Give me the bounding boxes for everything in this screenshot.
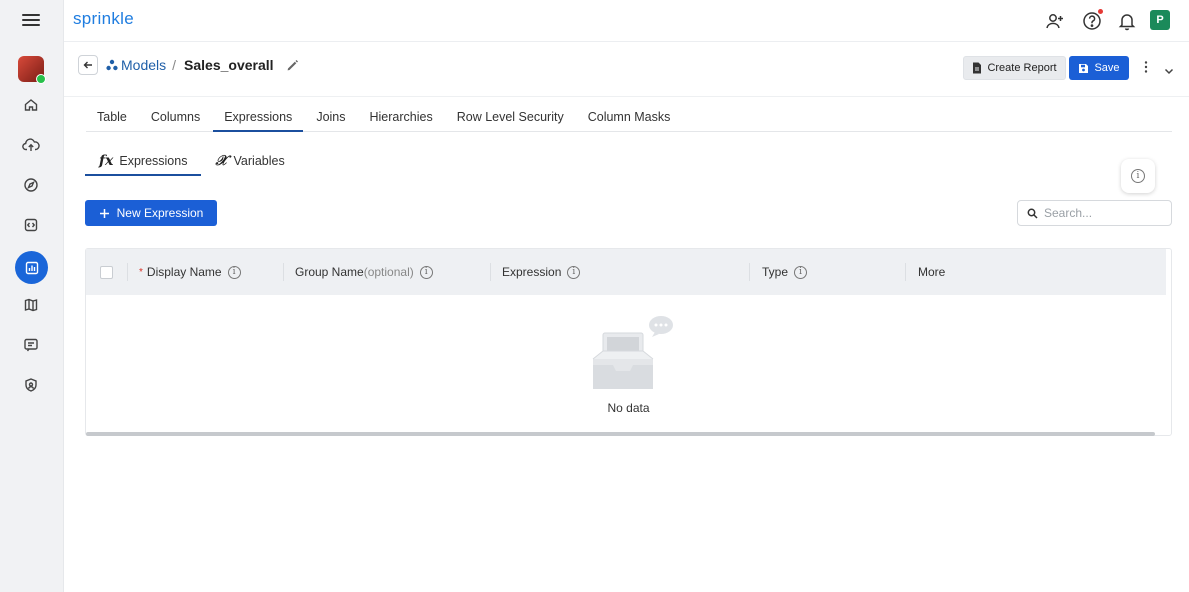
subtab-expressions-label: Expressions bbox=[119, 154, 188, 168]
avatar[interactable]: P bbox=[1150, 10, 1170, 30]
add-user-icon[interactable] bbox=[1044, 10, 1066, 32]
home-icon[interactable] bbox=[21, 95, 41, 115]
expressions-table: * Display Name i Group Name (optional) i… bbox=[85, 248, 1172, 436]
create-report-label: Create Report bbox=[987, 62, 1057, 74]
x-variable-icon: 𝒳 bbox=[215, 153, 228, 169]
info-icon[interactable]: i bbox=[567, 265, 581, 279]
new-expression-button[interactable]: New Expression bbox=[85, 200, 217, 226]
column-header-display-name[interactable]: * Display Name i bbox=[127, 261, 283, 283]
subtab-expressions[interactable]: fx Expressions bbox=[85, 152, 202, 176]
chevron-down-icon[interactable] bbox=[1164, 62, 1174, 80]
fx-icon: fx bbox=[99, 153, 114, 169]
code-icon[interactable] bbox=[21, 215, 41, 235]
compass-icon[interactable] bbox=[21, 175, 41, 195]
create-report-button[interactable]: Create Report bbox=[963, 56, 1066, 80]
column-label: More bbox=[918, 265, 946, 279]
tab-hierarchies[interactable]: Hierarchies bbox=[359, 110, 444, 131]
tab-expressions[interactable]: Expressions bbox=[213, 110, 304, 132]
menu-icon[interactable] bbox=[22, 12, 40, 28]
subtab-variables[interactable]: 𝒳 Variables bbox=[201, 152, 298, 175]
search-icon bbox=[1027, 208, 1038, 219]
arrow-left-icon bbox=[83, 61, 92, 69]
info-icon[interactable]: i bbox=[227, 265, 241, 279]
required-asterisk: * bbox=[139, 266, 143, 278]
back-button[interactable] bbox=[78, 55, 98, 75]
empty-state-text: No data bbox=[607, 401, 650, 415]
page-title: Sales_overall bbox=[184, 57, 274, 73]
info-icon: i bbox=[1131, 169, 1145, 183]
info-button[interactable]: i bbox=[1121, 159, 1155, 193]
horizontal-scrollbar[interactable] bbox=[86, 432, 1155, 436]
edit-pencil-icon[interactable] bbox=[286, 59, 299, 72]
shield-icon[interactable] bbox=[21, 375, 41, 395]
breadcrumb: Models / Sales_overall bbox=[78, 54, 299, 76]
column-header-more: More bbox=[905, 261, 1166, 283]
header-divider bbox=[64, 96, 1189, 97]
empty-inbox-illustration bbox=[592, 316, 673, 389]
tab-columns[interactable]: Columns bbox=[140, 110, 211, 131]
more-options-icon[interactable] bbox=[1144, 60, 1150, 76]
models-icon bbox=[106, 59, 118, 71]
map-icon[interactable] bbox=[21, 295, 41, 315]
bell-icon[interactable] bbox=[1116, 10, 1138, 32]
brand-logo[interactable]: sprinkle bbox=[73, 9, 134, 29]
save-label: Save bbox=[1094, 62, 1120, 74]
column-label: Expression bbox=[502, 265, 562, 279]
select-all-checkbox[interactable] bbox=[100, 265, 113, 279]
column-header-type[interactable]: Type i bbox=[749, 261, 905, 283]
breadcrumb-models-label: Models bbox=[121, 57, 167, 73]
tab-column-masks[interactable]: Column Masks bbox=[577, 110, 682, 131]
select-all-cell bbox=[86, 261, 127, 283]
optional-suffix: (optional) bbox=[363, 265, 414, 279]
save-button[interactable]: Save bbox=[1069, 56, 1129, 80]
plus-icon bbox=[99, 208, 109, 218]
empty-state: No data bbox=[86, 313, 1171, 415]
tab-row-level-security[interactable]: Row Level Security bbox=[446, 110, 575, 131]
floppy-disk-icon bbox=[1079, 63, 1089, 73]
info-icon[interactable]: i bbox=[419, 265, 433, 279]
help-icon[interactable] bbox=[1081, 9, 1103, 32]
info-icon[interactable]: i bbox=[794, 265, 808, 279]
column-label: Display Name bbox=[146, 265, 222, 279]
left-nav-rail bbox=[0, 0, 64, 592]
workspace-logo[interactable] bbox=[18, 56, 46, 84]
column-label: Type bbox=[762, 265, 789, 279]
tab-joins[interactable]: Joins bbox=[305, 110, 356, 131]
notification-dot bbox=[1098, 9, 1103, 14]
main-panel: Models / Sales_overall Create Report Sav… bbox=[64, 42, 1189, 592]
column-header-group-name[interactable]: Group Name (optional) i bbox=[283, 261, 490, 283]
expression-subtabs: fx Expressions 𝒳 Variables bbox=[85, 152, 299, 176]
top-bar: sprinkle P bbox=[64, 0, 1189, 42]
cloud-upload-icon[interactable] bbox=[21, 135, 41, 155]
message-icon[interactable] bbox=[21, 335, 41, 355]
column-label: Group Name bbox=[295, 265, 364, 279]
breadcrumb-separator: / bbox=[172, 57, 177, 73]
document-icon bbox=[973, 62, 982, 74]
model-tabs: Table Columns Expressions Joins Hierarch… bbox=[86, 110, 1172, 132]
table-header: * Display Name i Group Name (optional) i… bbox=[86, 249, 1166, 295]
tab-table[interactable]: Table bbox=[86, 110, 138, 131]
subtab-variables-label: Variables bbox=[233, 154, 285, 168]
column-header-expression[interactable]: Expression i bbox=[490, 261, 749, 283]
breadcrumb-models-link[interactable]: Models bbox=[106, 57, 166, 73]
search-field[interactable] bbox=[1017, 200, 1172, 226]
new-expression-label: New Expression bbox=[116, 206, 204, 220]
search-input[interactable] bbox=[1044, 206, 1164, 220]
models-nav-icon[interactable] bbox=[15, 251, 48, 284]
